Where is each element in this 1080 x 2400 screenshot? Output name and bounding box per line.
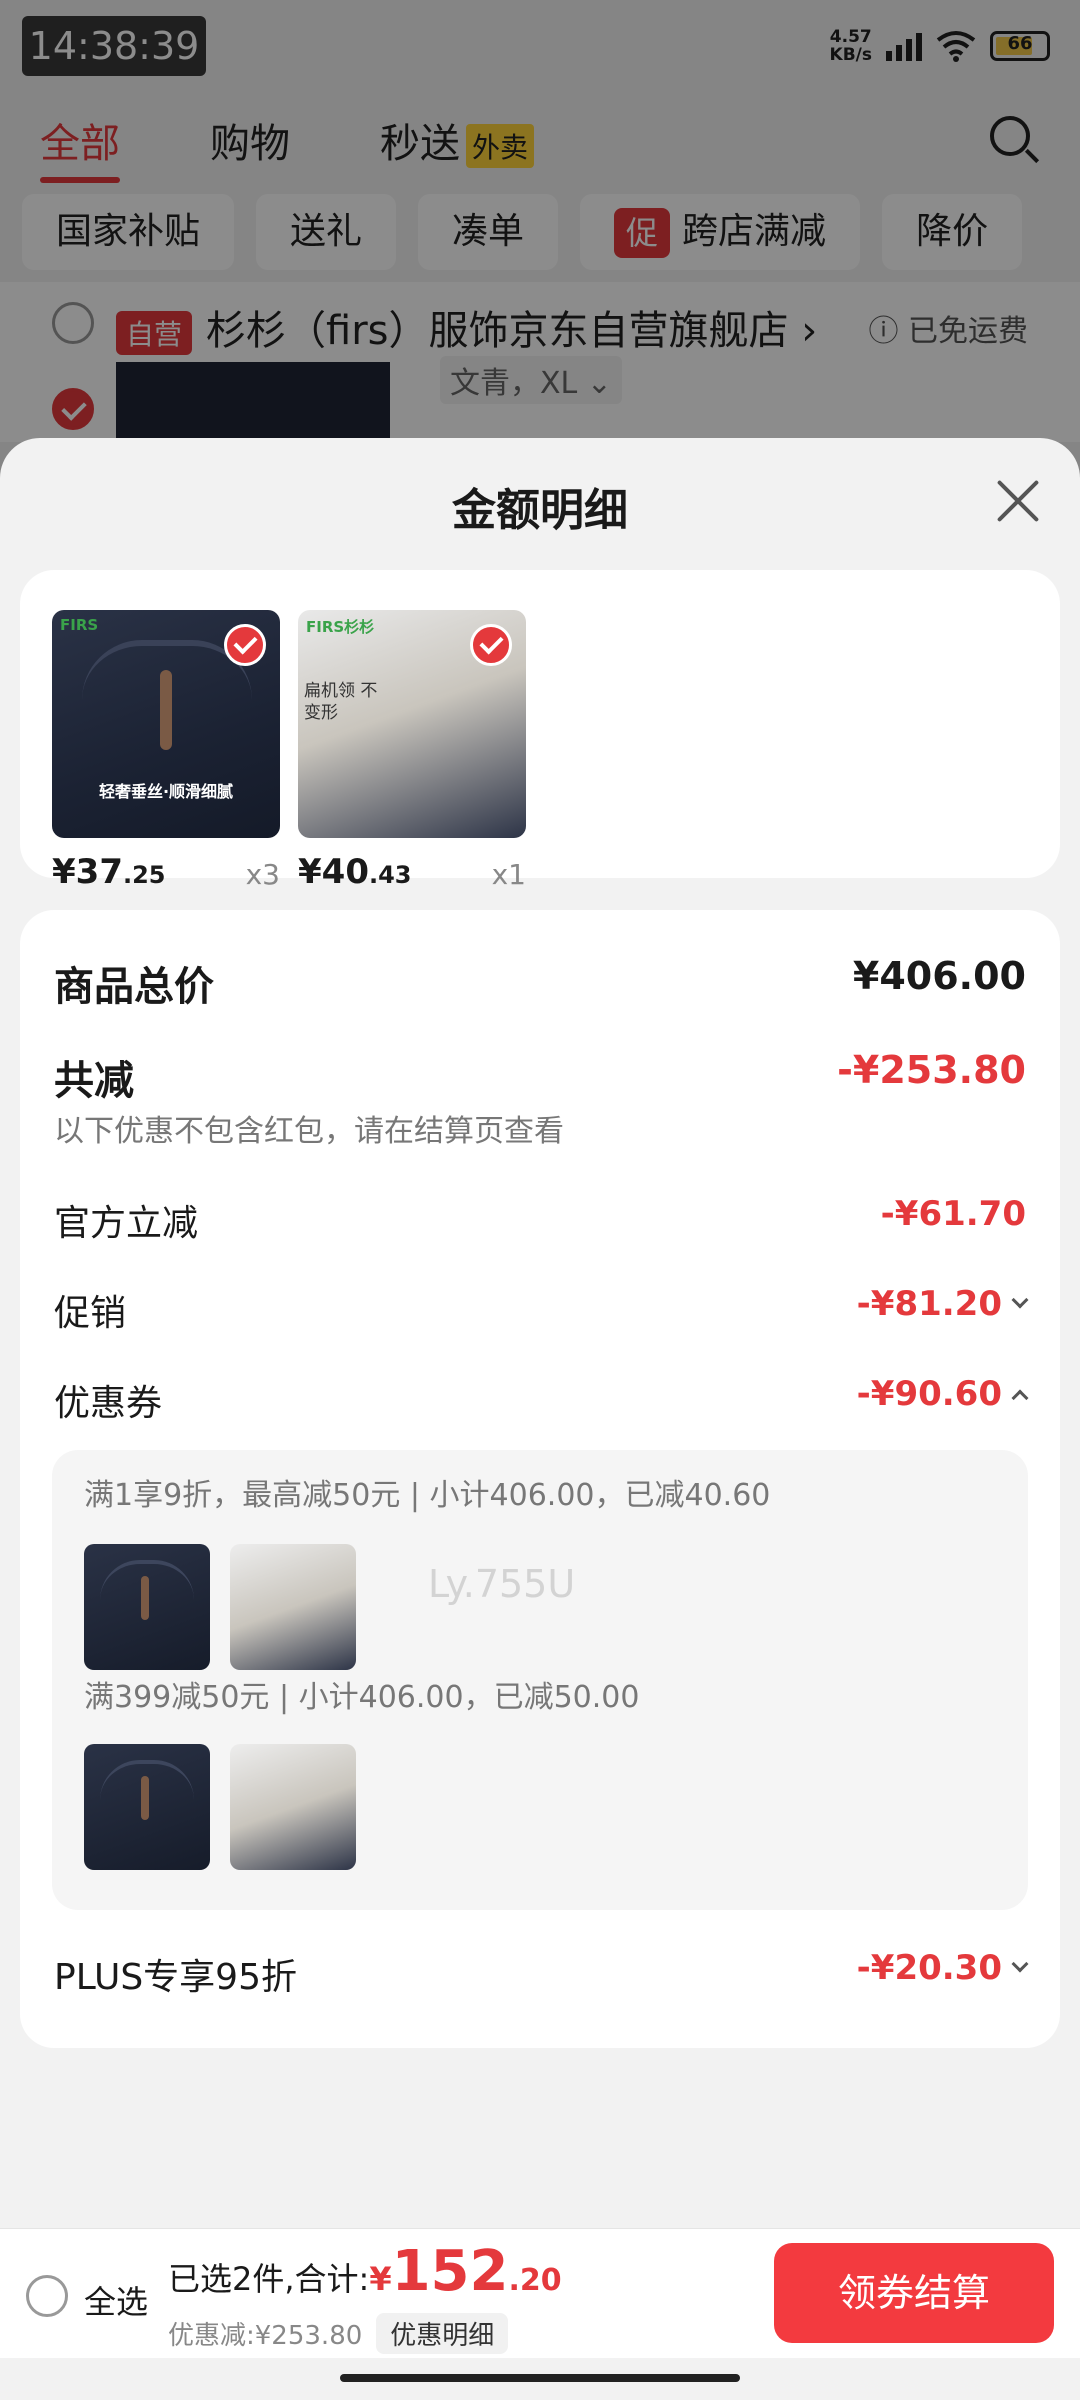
total-value: ¥406.00 [852,954,1026,998]
close-icon[interactable] [994,478,1040,524]
saved-amount: 优惠减:¥253.80 [168,2321,363,2351]
product-caption: 轻奢垂丝·顺滑细腻 [98,782,234,801]
price-int: ¥40 [298,852,369,892]
price-dec: .43 [368,861,412,889]
official-discount-value: -¥61.70 [880,1194,1026,1234]
product-price: ¥37.25 x3 [52,852,280,898]
total-amount-decimal: .20 [508,2263,562,2298]
discount-row: 共减 -¥253.80 [54,1048,1026,1106]
checkout-bar: 全选 已选2件,合计:¥152.20 优惠减:¥253.80 优惠明细 领券结算 [0,2228,1080,2358]
amount-detail-sheet: 金额明细 FIRS 轻奢垂丝·顺滑细腻 ¥37.25 x3 FIRS杉杉 扁机领… [0,438,1080,2400]
promotion-label: 促销 [54,1293,127,1334]
coupon-product-thumb [230,1544,356,1670]
watermark: Ly.755U [428,1562,576,1606]
discount-label: 共减 [54,1058,134,1104]
plus-row[interactable]: PLUS专享95折 -¥20.30 [54,1948,1029,2000]
product-qty: x3 [245,858,280,891]
saved-summary: 优惠减:¥253.80 优惠明细 [168,2313,509,2354]
total-currency: ¥ [369,2260,392,2298]
chevron-down-icon [1011,1291,1029,1308]
promotion-value: -¥81.20 [856,1284,1029,1324]
coupon-product-thumb [84,1544,210,1670]
products-card: FIRS 轻奢垂丝·顺滑细腻 ¥37.25 x3 FIRS杉杉 扁机领 不变形 … [20,570,1060,892]
check-icon [224,624,266,666]
total-summary: 已选2件,合计:¥152.20 [168,2239,562,2304]
coupon-product-thumb [230,1744,356,1870]
plus-label: PLUS专享95折 [54,1957,297,1998]
official-discount-row: 官方立减 -¥61.70 [54,1194,1026,1246]
check-icon [470,624,512,666]
detail-card: 商品总价 ¥406.00 共减 -¥253.80 以下优惠不包含红包，请在结算页… [20,910,1060,2048]
chevron-up-icon [1011,1389,1029,1406]
plus-value: -¥20.30 [856,1948,1029,1988]
total-amount: 152 [391,2239,509,2304]
official-discount-label: 官方立减 [54,1203,199,1244]
total-label: 商品总价 [54,964,214,1010]
chevron-down-icon [1011,1955,1029,1972]
select-all-label[interactable]: 全选 [84,2277,148,2323]
discount-detail-button[interactable]: 优惠明细 [376,2313,509,2354]
product-brand: FIRS杉杉 [306,618,375,636]
coupon-rule: 满1享9折，最高减50元 | 小计406.00，已减40.60 [84,1478,771,1513]
promotion-amount: -¥81.20 [856,1284,1002,1324]
sheet-title: 金额明细 [452,485,628,536]
product-qty: x1 [491,858,526,891]
promotion-row[interactable]: 促销 -¥81.20 [54,1284,1029,1336]
product-item[interactable]: FIRS 轻奢垂丝·顺滑细腻 ¥37.25 x3 [52,610,280,898]
checkout-button[interactable]: 领券结算 [774,2243,1054,2343]
product-item[interactable]: FIRS杉杉 扁机领 不变形 ¥40.43 x1 [298,610,526,898]
select-all-radio[interactable] [26,2275,68,2317]
discount-value: -¥253.80 [837,1048,1026,1092]
selected-count: 已选2件,合计: [168,2260,370,2298]
product-caption: 扁机领 不变形 [304,681,378,723]
product-image: FIRS 轻奢垂丝·顺滑细腻 [52,610,280,838]
coupon-value: -¥90.60 [856,1374,1029,1414]
product-price: ¥40.43 x1 [298,852,526,898]
price-int: ¥37 [52,852,123,892]
discount-note: 以下优惠不包含红包，请在结算页查看 [54,1114,564,1149]
coupon-detail-box: 满1享9折，最高减50元 | 小计406.00，已减40.60 满399减50元… [52,1450,1028,1910]
product-brand: FIRS [60,616,99,634]
plus-amount: -¥20.30 [856,1948,1002,1988]
home-indicator[interactable] [340,2374,740,2382]
coupon-rule: 满399减50元 | 小计406.00，已减50.00 [84,1680,640,1715]
coupon-amount: -¥90.60 [856,1374,1002,1414]
price-dec: .25 [122,861,166,889]
coupon-product-thumb [84,1744,210,1870]
product-image: FIRS杉杉 扁机领 不变形 [298,610,526,838]
total-row: 商品总价 ¥406.00 [54,954,1026,1012]
coupon-row[interactable]: 优惠券 -¥90.60 [54,1374,1029,1426]
coupon-label: 优惠券 [54,1383,163,1424]
